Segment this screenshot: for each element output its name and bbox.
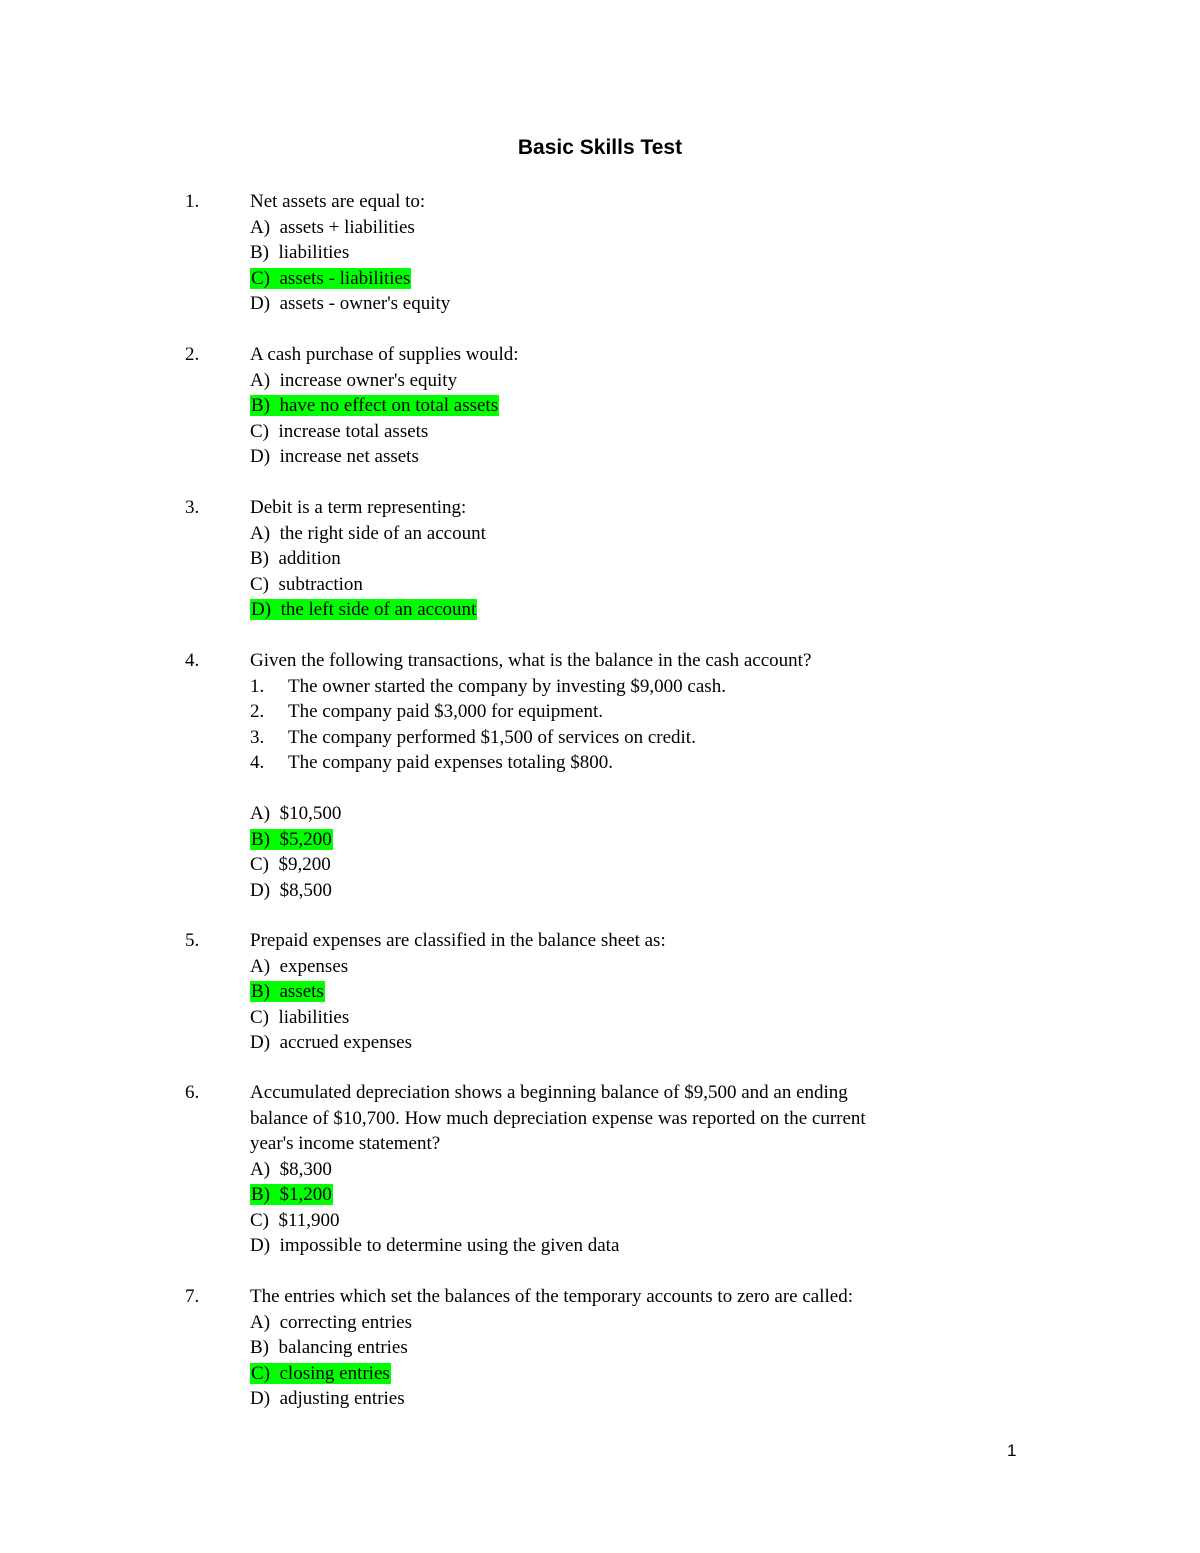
option-d: D) assets - owner's equity <box>250 293 451 314</box>
transaction-4: 4. The company paid expenses totaling $80… <box>250 752 614 773</box>
option-c: C) subtraction <box>250 573 363 595</box>
option-c: C) $11,900 <box>250 1209 340 1231</box>
option-b-correct: B) assets <box>250 981 325 1002</box>
transaction-2: 2. The company paid $3,000 for equipment. <box>250 701 604 722</box>
question-text-line-2: balance of $10,700. How much depreciatio… <box>250 1107 866 1129</box>
question-text: Given the following transactions, what i… <box>250 650 812 671</box>
option-c: C) $9,200 <box>250 854 331 875</box>
question-5: 5. Prepaid expenses are classified in th… <box>185 928 985 1056</box>
question-number: 2. <box>185 344 200 365</box>
transaction-3: 3. The company performed $1,500 of servic… <box>250 726 696 748</box>
option-d: D) impossible to determine using the giv… <box>250 1235 620 1256</box>
question-text-line-1: Accumulated depreciation shows a beginni… <box>250 1082 848 1103</box>
question-text: A cash purchase of supplies would: <box>250 344 519 365</box>
question-number: 3. <box>185 497 200 518</box>
option-a: A) correcting entries <box>250 1311 412 1333</box>
question-7: 7. The entries which set the balances of… <box>185 1284 985 1412</box>
question-text-line-3: year's income statement? <box>250 1133 441 1154</box>
question-number: 4. <box>185 650 200 671</box>
option-a: A) $8,300 <box>250 1158 332 1180</box>
question-number: 6. <box>185 1082 200 1103</box>
option-c: C) increase total assets <box>250 420 429 442</box>
option-d-correct: D) the left side of an account <box>250 599 478 620</box>
option-a: A) expenses <box>250 955 349 977</box>
option-a: A) the right side of an account <box>250 522 486 544</box>
option-a: A) increase owner's equity <box>250 369 458 391</box>
option-c: C) liabilities <box>250 1006 350 1028</box>
document-title: Basic Skills Test <box>517 136 683 159</box>
option-d: D) $8,500 <box>250 879 332 901</box>
option-d: D) increase net assets <box>250 446 419 467</box>
option-b: B) balancing entries <box>250 1337 408 1358</box>
option-c-correct: C) closing entries <box>250 1362 391 1384</box>
option-a: A) $10,500 <box>250 803 342 824</box>
option-b-correct: B) $5,200 <box>250 828 333 850</box>
question-text: Net assets are equal to: <box>250 191 426 212</box>
question-2: 2. A cash purchase of supplies would: A)… <box>185 342 985 470</box>
question-3: 3. Debit is a term representing: A) the … <box>185 495 985 623</box>
option-d: D) adjusting entries <box>250 1388 405 1409</box>
question-1: 1. Net assets are equal to: A) assets + … <box>185 189 985 317</box>
question-6: 6. Accumulated depreciation shows a begi… <box>185 1080 985 1259</box>
option-d: D) accrued expenses <box>250 1032 412 1053</box>
option-b: B) addition <box>250 548 341 569</box>
option-b-correct: B) $1,200 <box>250 1184 333 1205</box>
question-text: The entries which set the balances of th… <box>250 1286 853 1307</box>
question-number: 5. <box>185 930 200 951</box>
transaction-1: 1. The owner started the company by inves… <box>250 675 726 697</box>
option-b-correct: B) have no effect on total assets <box>250 395 500 416</box>
question-text: Prepaid expenses are classified in the b… <box>250 930 666 951</box>
option-c-correct: C) assets - liabilities <box>250 267 412 289</box>
option-b: B) liabilities <box>250 242 350 263</box>
page-number: 1 <box>1007 1441 1017 1460</box>
question-4: 4. Given the following transactions, wha… <box>185 648 985 903</box>
question-text: Debit is a term representing: <box>250 497 467 518</box>
question-number: 7. <box>185 1286 200 1307</box>
question-number: 1. <box>185 191 200 212</box>
option-a: A) assets + liabilities <box>250 216 415 238</box>
